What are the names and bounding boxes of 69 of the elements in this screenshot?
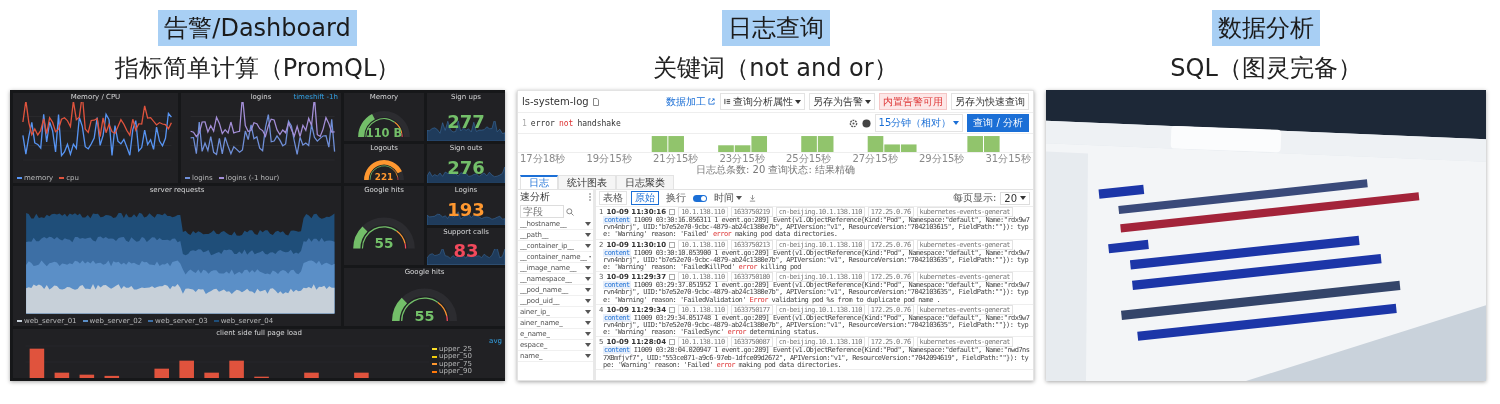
- copy-icon[interactable]: [669, 306, 676, 313]
- query-operator: not: [558, 118, 574, 128]
- download-icon[interactable]: [749, 194, 756, 202]
- view-toggle-button[interactable]: 表格: [599, 191, 627, 205]
- gauge-value: 55: [414, 307, 435, 324]
- action-button[interactable]: 另存为快速查询: [951, 93, 1029, 110]
- stat-value: 277: [447, 112, 485, 131]
- document-icon: [592, 97, 599, 106]
- dropdown-button[interactable]: 另存为告警: [809, 93, 875, 110]
- search-icon: [566, 207, 574, 216]
- bar: [79, 374, 95, 378]
- bar: [54, 372, 70, 378]
- gauge-value: 55: [374, 235, 394, 252]
- time-range-dropdown[interactable]: 15分钟（相对）: [874, 114, 964, 132]
- help-icon[interactable]: [861, 118, 871, 128]
- sort-button[interactable]: 时间: [711, 192, 745, 204]
- tab[interactable]: 日志聚类: [616, 175, 674, 189]
- search-button[interactable]: 查询 / 分析: [967, 114, 1029, 132]
- settings-icon[interactable]: [848, 118, 858, 128]
- bar: [204, 372, 219, 378]
- bar: [304, 372, 319, 378]
- stat-value: 193: [447, 201, 485, 219]
- page-size-label: 每页显示:: [952, 191, 997, 205]
- bar: [154, 368, 169, 378]
- axis-label: 21分15秒: [653, 153, 699, 164]
- toggle-label: 换行: [663, 192, 689, 204]
- axis-label: 25分15秒: [786, 153, 832, 164]
- field-search-input[interactable]: 字段: [520, 205, 564, 218]
- gauge-value: 110 B: [365, 125, 403, 140]
- logstore-title: ls-system-log: [522, 96, 589, 107]
- tab[interactable]: 统计图表: [558, 175, 616, 189]
- menu-button[interactable]: 查询分析属性: [720, 93, 805, 110]
- axis-label: 17分18秒: [520, 153, 566, 164]
- bar: [104, 375, 120, 378]
- copy-icon[interactable]: [669, 274, 676, 281]
- section-title: 数据分析: [1212, 10, 1320, 46]
- bar: [179, 360, 194, 378]
- axis-label: 23分15秒: [719, 153, 765, 164]
- stat-value: 276: [447, 159, 485, 177]
- section-subtitle: 指标简单计算（PromQL）: [114, 53, 401, 84]
- result-summary: 日志总条数: 20 查询状态: 结果精确: [696, 164, 856, 175]
- section-title: 告警/Dashboard: [158, 10, 357, 46]
- external-link-icon: [708, 98, 715, 105]
- copy-icon[interactable]: [669, 241, 676, 248]
- section-subtitle: SQL（图灵完备）: [1170, 53, 1362, 84]
- section-subtitle: 关键词（not and or）: [653, 53, 898, 84]
- toggle-switch[interactable]: [693, 194, 707, 202]
- query-term: handshake: [577, 118, 621, 128]
- axis-label: 31分15秒: [985, 153, 1031, 164]
- line-number: 1: [522, 118, 527, 128]
- axis-label: 19分15秒: [586, 153, 632, 164]
- stat-value: 83: [453, 242, 479, 260]
- axis-label: 27分15秒: [852, 153, 898, 164]
- link-button[interactable]: 数据加工: [665, 94, 716, 109]
- gauge-value: 221: [374, 171, 394, 182]
- list-icon: [724, 98, 731, 105]
- page-size-select[interactable]: 20: [1000, 191, 1030, 205]
- query-term: error: [530, 118, 555, 128]
- copy-icon[interactable]: [669, 209, 676, 215]
- tab[interactable]: 日志: [520, 175, 558, 189]
- section-title: 日志查询: [721, 10, 830, 46]
- bar: [354, 372, 369, 378]
- bar: [229, 360, 244, 378]
- copy-icon[interactable]: [669, 339, 676, 346]
- axis-label: 29分15秒: [919, 153, 965, 164]
- bar: [29, 348, 45, 378]
- view-toggle-button[interactable]: 原始: [631, 191, 659, 205]
- sidebar-title: 速分析: [520, 191, 550, 203]
- alert-button[interactable]: 内置告警可用: [879, 93, 947, 110]
